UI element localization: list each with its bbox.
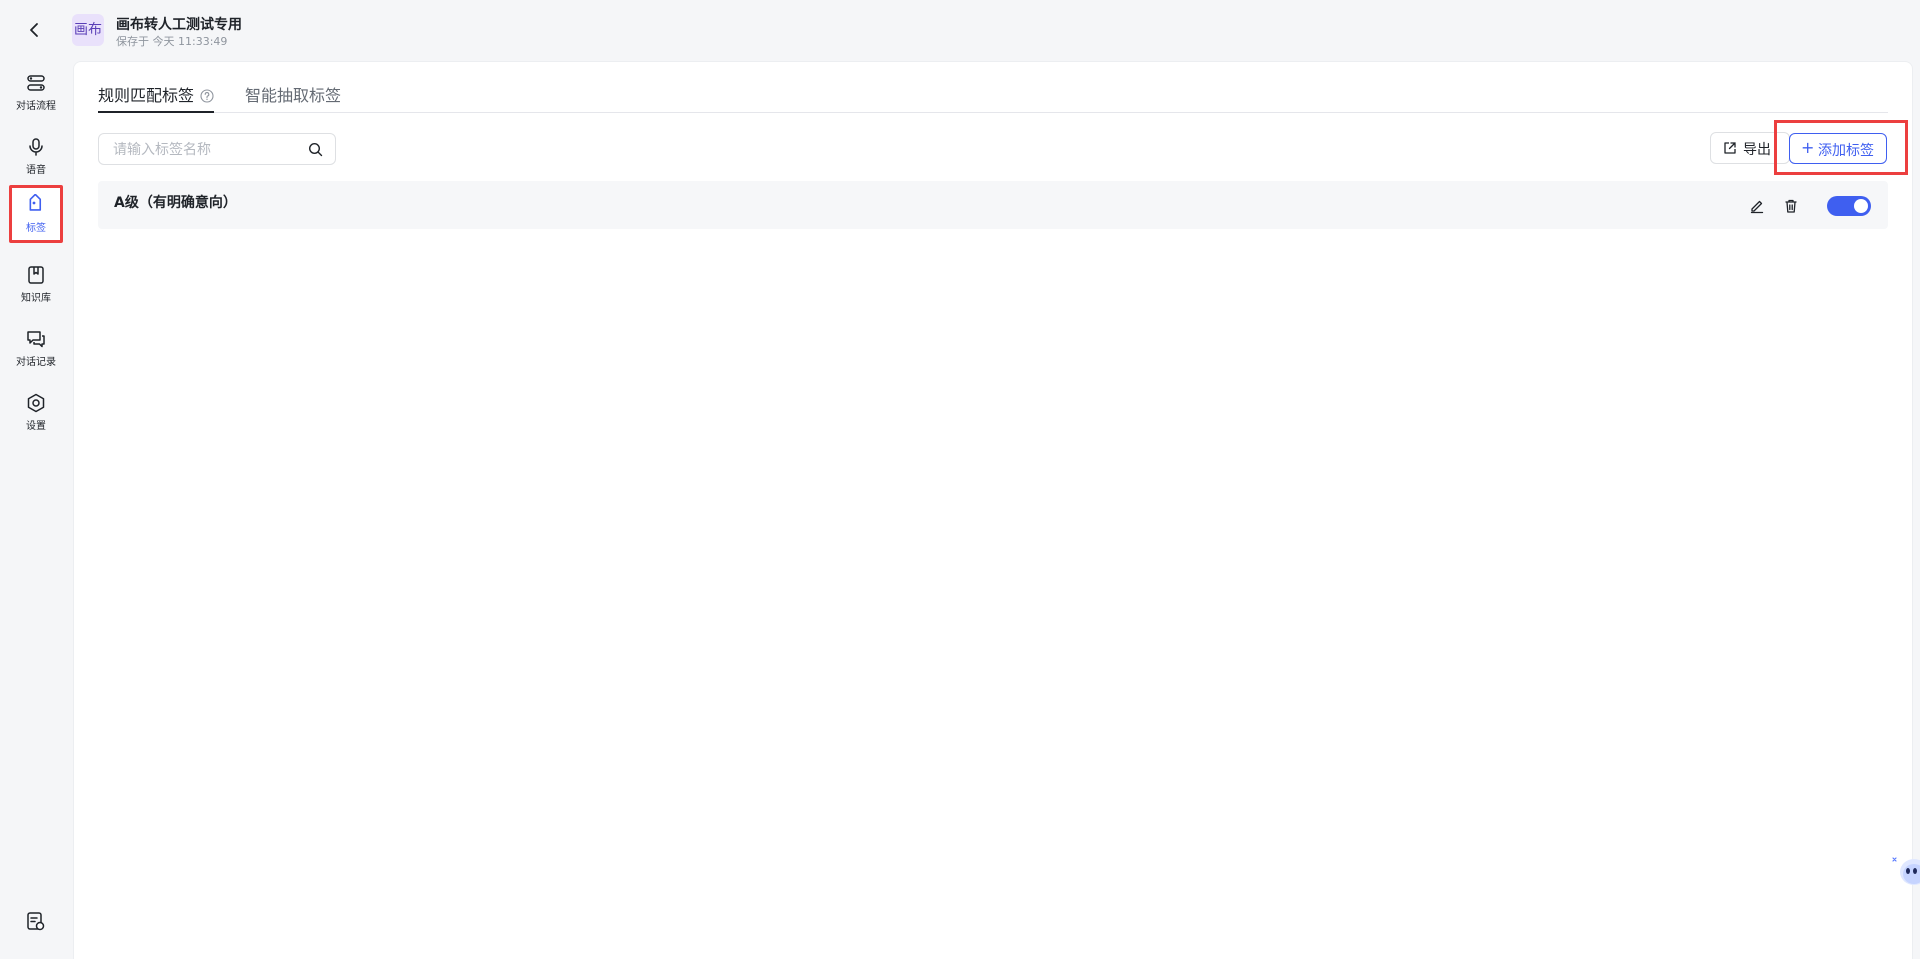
sidebar-item-tags[interactable]: 标签 <box>9 185 63 243</box>
app-badge: 画布 <box>72 14 104 46</box>
help-icon[interactable] <box>200 89 214 103</box>
sidebar-item-label: 设置 <box>26 421 46 432</box>
search-box <box>98 133 336 165</box>
export-icon <box>1724 142 1736 154</box>
assistant-mascot-icon[interactable] <box>1890 850 1920 890</box>
tab-rule-match[interactable]: 规则匹配标签 <box>98 82 215 113</box>
top-bar: 画布 画布转人工测试专用 保存于 今天 11:33:49 <box>0 0 1920 60</box>
toggle-knob <box>1854 199 1868 213</box>
main-panel: 规则匹配标签 智能抽取标签 导出 + 添加标签 A级（有明确意向） <box>73 61 1913 959</box>
chat-icon <box>27 331 45 348</box>
sidebar-item-settings[interactable]: 设置 <box>9 384 63 442</box>
page-title: 画布转人工测试专用 <box>116 17 242 33</box>
sidebar-item-label: 语音 <box>26 165 46 176</box>
tab-smart-extract[interactable]: 智能抽取标签 <box>245 82 341 111</box>
trash-icon[interactable] <box>1783 198 1799 214</box>
gear-icon <box>27 393 45 413</box>
tag-name: A级（有明确意向） <box>114 195 237 211</box>
edit-icon[interactable] <box>1749 198 1765 214</box>
search-input[interactable] <box>111 140 305 160</box>
task-list-icon[interactable] <box>24 910 46 932</box>
plus-icon: + <box>1801 138 1815 157</box>
tab-bar: 规则匹配标签 智能抽取标签 <box>98 82 1888 113</box>
tag-icon <box>29 194 42 211</box>
sidebar-item-voice[interactable]: 语音 <box>9 128 63 186</box>
sidebar-item-flow[interactable]: 对话流程 <box>9 64 63 122</box>
sidebar-item-chat-history[interactable]: 对话记录 <box>9 320 63 378</box>
flow-icon <box>27 75 45 91</box>
tab-label: 规则匹配标签 <box>98 86 195 105</box>
export-label: 导出 <box>1743 142 1771 158</box>
enable-toggle[interactable] <box>1827 196 1871 216</box>
search-icon[interactable] <box>308 142 323 157</box>
back-arrow-icon[interactable] <box>24 19 46 41</box>
add-tag-button[interactable]: + 添加标签 <box>1789 133 1887 164</box>
sidebar-item-label: 标签 <box>26 223 46 234</box>
sidebar-item-label: 知识库 <box>21 293 51 304</box>
tag-row: A级（有明确意向） <box>98 181 1888 229</box>
add-tag-label: 添加标签 <box>1818 143 1874 159</box>
saved-status: 保存于 今天 11:33:49 <box>116 35 228 48</box>
sidebar-item-label: 对话流程 <box>16 101 56 112</box>
sidebar-item-knowledge[interactable]: 知识库 <box>9 256 63 314</box>
sidebar: 对话流程 语音 标签 知识库 对话记录 设置 <box>0 60 72 959</box>
microphone-icon <box>29 138 43 156</box>
book-icon <box>28 266 44 284</box>
sidebar-item-label: 对话记录 <box>16 357 56 368</box>
